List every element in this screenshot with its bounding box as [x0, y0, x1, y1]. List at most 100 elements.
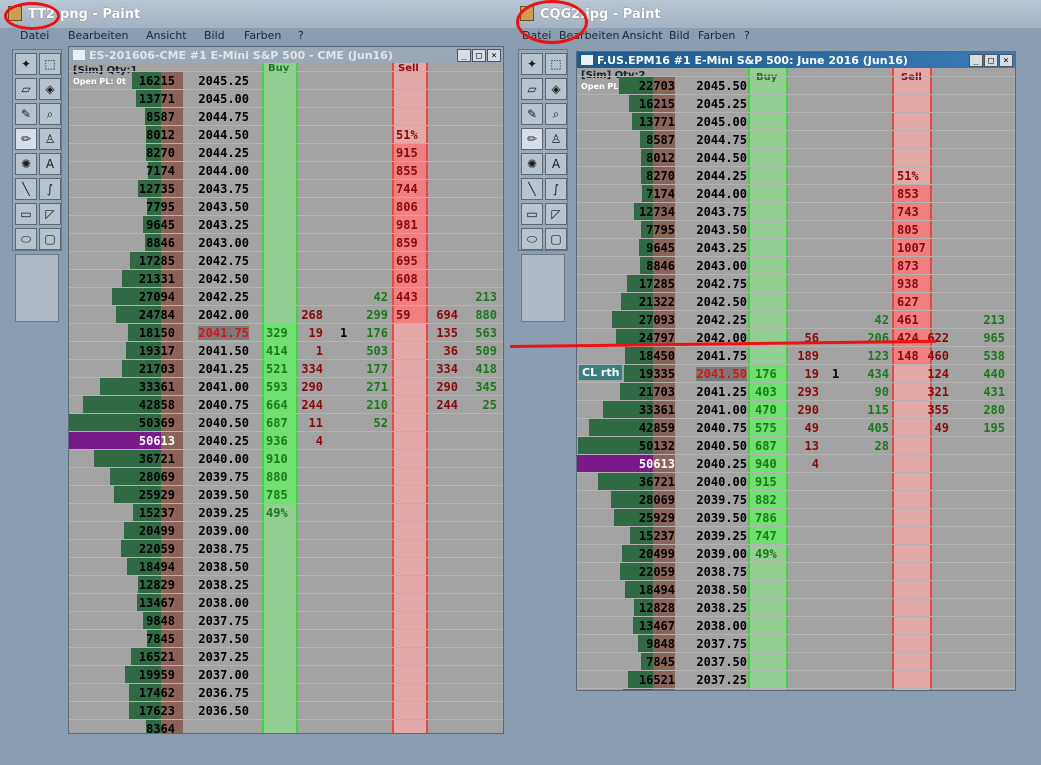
ladder-row[interactable]: 17462 2036.75: [69, 683, 503, 701]
ladder-row[interactable]: 199592037.00: [577, 688, 1015, 690]
ladder-row[interactable]: 20499 2039.00 49%: [577, 544, 1015, 562]
polygon-icon[interactable]: ◸: [39, 203, 61, 225]
select-free-icon[interactable]: ✦: [15, 53, 37, 75]
brush-icon[interactable]: ♙: [545, 128, 567, 150]
minimize-button[interactable]: _: [457, 49, 471, 62]
ladder-row[interactable]: 36721 2040.00 915: [577, 472, 1015, 490]
menu-ansicht[interactable]: Ansicht: [146, 29, 187, 42]
maximize-button[interactable]: □: [984, 54, 998, 67]
ladder-row[interactable]: 199592037.00: [69, 665, 503, 683]
ladder-row[interactable]: 13467 2038.00: [69, 593, 503, 611]
ladder-row[interactable]: 50132 2040.50 687 13 28: [577, 436, 1015, 454]
ladder-row[interactable]: 16521 2037.25: [577, 670, 1015, 688]
menu-help[interactable]: ?: [298, 29, 304, 42]
select-rect-icon[interactable]: ⬚: [39, 53, 61, 75]
ladder-row[interactable]: 16521 2037.25: [69, 647, 503, 665]
ladder-row[interactable]: 7174 2044.00 855: [69, 161, 503, 179]
ladder-row[interactable]: 8846 2043.00 873: [577, 256, 1015, 274]
child-title-bar[interactable]: F.US.EPM16 #1 E-Mini S&P 500: June 2016 …: [577, 52, 1015, 68]
ladder-row[interactable]: 15237 2039.25 747: [577, 526, 1015, 544]
rectangle-icon[interactable]: ▭: [521, 203, 543, 225]
maximize-button[interactable]: □: [472, 49, 486, 62]
ladder-row[interactable]: 21331 2042.50 608: [69, 269, 503, 287]
tool-options-box[interactable]: [521, 254, 565, 322]
ladder-row[interactable]: 7174 2044.00 853: [577, 184, 1015, 202]
magnifier-icon[interactable]: ⌕: [545, 103, 567, 125]
close-button[interactable]: ×: [487, 49, 501, 62]
ladder-row[interactable]: 36721 2040.00 910: [69, 449, 503, 467]
menu-bearbeiten[interactable]: Bearbeiten: [68, 29, 128, 42]
ladder-row[interactable]: 25929 2039.50 785: [69, 485, 503, 503]
rounded-rect-icon[interactable]: ▢: [545, 228, 567, 250]
ellipse-icon[interactable]: ⬭: [15, 228, 37, 250]
menu-farben[interactable]: Farben: [698, 29, 735, 42]
ladder-row[interactable]: 50613 2040.25 940 4: [577, 454, 1015, 472]
ladder-row[interactable]: 17285 2042.75 938: [577, 274, 1015, 292]
brush-icon[interactable]: ♙: [39, 128, 61, 150]
rounded-rect-icon[interactable]: ▢: [39, 228, 61, 250]
ladder-row[interactable]: 18450 2041.75 189 123 148 460 538: [577, 346, 1015, 364]
ladder-row[interactable]: 9645 2043.25 1007: [577, 238, 1015, 256]
line-icon[interactable]: ╲: [521, 178, 543, 200]
ladder-row[interactable]: 22059 2038.75: [577, 562, 1015, 580]
ladder-row[interactable]: 12828 2038.25: [577, 598, 1015, 616]
ladder-row[interactable]: 27093 2042.25 42 461 213: [577, 310, 1015, 328]
ladder-row[interactable]: 8012 2044.50 51%: [69, 125, 503, 143]
ladder-row[interactable]: 25929 2039.50 786: [577, 508, 1015, 526]
window-title-bar[interactable]: TT2.png - Paint: [0, 0, 512, 28]
tool-options-box[interactable]: [15, 254, 59, 322]
ladder-row[interactable]: 8587 2044.75: [69, 107, 503, 125]
ladder-row[interactable]: 18494 2038.50: [577, 580, 1015, 598]
ladder-row[interactable]: 21703 2041.25 403 293 90 321 431: [577, 382, 1015, 400]
ladder-row[interactable]: 33361 2041.00 470 290 115 355 280: [577, 400, 1015, 418]
ladder-row[interactable]: 28069 2039.75 880: [69, 467, 503, 485]
ellipse-icon[interactable]: ⬭: [521, 228, 543, 250]
window-title-bar[interactable]: CQG2.jpg - Paint: [512, 0, 1041, 28]
ladder-row[interactable]: 21703 2041.25 521 334 177 334 418: [69, 359, 503, 377]
polygon-icon[interactable]: ◸: [545, 203, 567, 225]
ladder-row[interactable]: 50369 2040.50 687 11 52: [69, 413, 503, 431]
picker-icon[interactable]: ✎: [521, 103, 543, 125]
ladder-row[interactable]: 8270 2044.25 51%: [577, 166, 1015, 184]
pencil-icon[interactable]: ✏: [521, 128, 543, 150]
ladder-row[interactable]: 13467 2038.00: [577, 616, 1015, 634]
text-icon[interactable]: A: [39, 153, 61, 175]
ladder-row[interactable]: 20499 2039.00: [69, 521, 503, 539]
fill-icon[interactable]: ◈: [39, 78, 61, 100]
ladder-row[interactable]: 9848 2037.75: [69, 611, 503, 629]
ladder-row[interactable]: 17285 2042.75 695: [69, 251, 503, 269]
ladder-row[interactable]: 19335 2041.50 176 19 1 434 124 440: [577, 364, 1015, 382]
airbrush-icon[interactable]: ✺: [15, 153, 37, 175]
menu-bild[interactable]: Bild: [204, 29, 225, 42]
ladder-row[interactable]: 7795 2043.50 806: [69, 197, 503, 215]
ladder-row[interactable]: 18494 2038.50: [69, 557, 503, 575]
eraser-icon[interactable]: ▱: [15, 78, 37, 100]
menu-ansicht[interactable]: Ansicht: [622, 29, 663, 42]
ladder-row[interactable]: 22059 2038.75: [69, 539, 503, 557]
curve-icon[interactable]: ∫: [545, 178, 567, 200]
ladder-row[interactable]: 16215 2045.25: [69, 71, 503, 89]
minimize-button[interactable]: _: [969, 54, 983, 67]
ladder-row[interactable]: 33361 2041.00 593 290 271 290 345: [69, 377, 503, 395]
child-title-bar[interactable]: ES-201606-CME #1 E-Mini S&P 500 - CME (J…: [69, 47, 503, 63]
eraser-icon[interactable]: ▱: [521, 78, 543, 100]
ladder-row[interactable]: 15237 2039.25 49%: [69, 503, 503, 521]
ladder-row[interactable]: 12734 2043.75 743: [577, 202, 1015, 220]
ladder-row[interactable]: 13771 2045.00: [69, 89, 503, 107]
ladder-row[interactable]: 9645 2043.25 981: [69, 215, 503, 233]
ladder-row[interactable]: 12735 2043.75 744: [69, 179, 503, 197]
ladder-row[interactable]: 18150 2041.75 329 19 1 176 135 563: [69, 323, 503, 341]
ladder-row[interactable]: 8364: [69, 719, 503, 733]
menu-farben[interactable]: Farben: [244, 29, 281, 42]
select-rect-icon[interactable]: ⬚: [545, 53, 567, 75]
menu-datei[interactable]: Datei: [20, 29, 49, 42]
ladder-row[interactable]: 19317 2041.50 414 1 503 36 509: [69, 341, 503, 359]
ladder-row[interactable]: 28069 2039.75 882: [577, 490, 1015, 508]
ladder-row[interactable]: 42859 2040.75 575 49 405 49 195: [577, 418, 1015, 436]
ladder-row[interactable]: 13771 2045.00: [577, 112, 1015, 130]
fill-icon[interactable]: ◈: [545, 78, 567, 100]
menu-bild[interactable]: Bild: [669, 29, 690, 42]
curve-icon[interactable]: ∫: [39, 178, 61, 200]
ladder-row[interactable]: 8846 2043.00 859: [69, 233, 503, 251]
ladder-row[interactable]: 24784 2042.00 268 299 59 694 880: [69, 305, 503, 323]
